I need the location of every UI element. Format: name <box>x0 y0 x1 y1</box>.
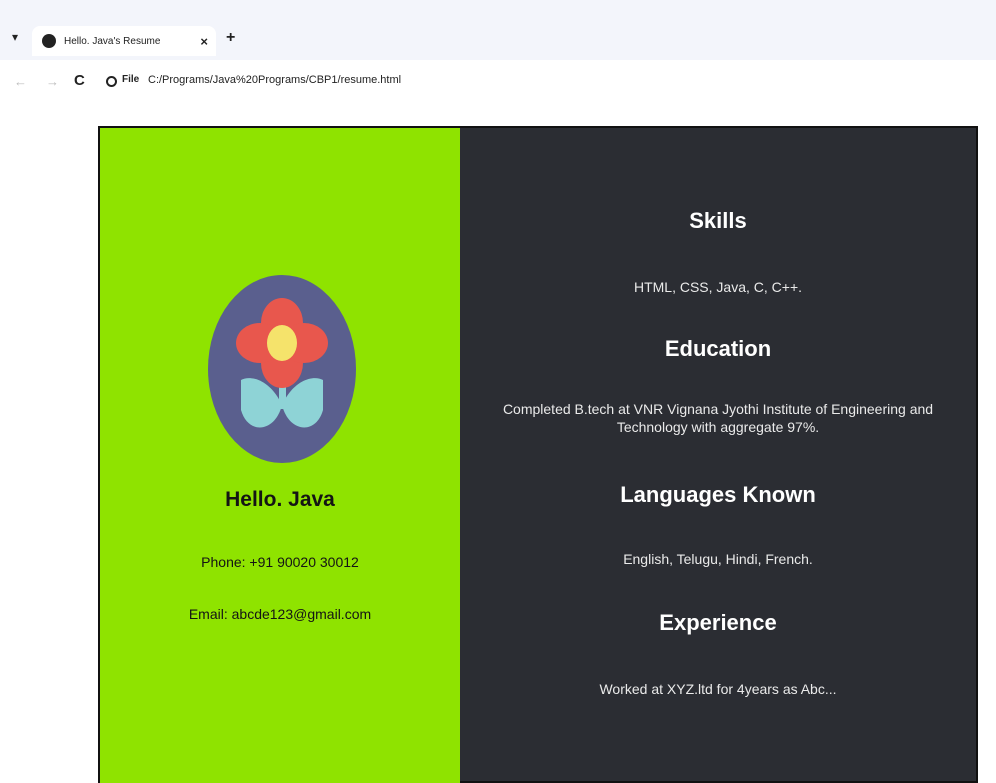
info-icon[interactable] <box>106 76 117 87</box>
education-heading: Education <box>664 336 772 361</box>
chevron-down-icon[interactable]: ▾ <box>12 30 18 44</box>
browser-toolbar: ← → C File C:/Programs/Java%20Programs/C… <box>0 60 996 104</box>
profile-phone: Phone: +91 90020 30012 <box>201 554 359 570</box>
profile-panel: Hello. Java Phone: +91 90020 30012 Email… <box>100 128 460 783</box>
tab-title: Hello. Java's Resume <box>64 35 161 47</box>
experience-heading: Experience <box>659 610 777 635</box>
reload-icon[interactable]: C <box>74 72 85 89</box>
browser-tab[interactable]: Hello. Java's Resume × <box>32 26 216 56</box>
back-arrow-icon[interactable]: ← <box>14 74 27 89</box>
details-panel: Skills HTML, CSS, Java, C, C++. Educatio… <box>460 128 976 783</box>
scheme-label: File <box>122 74 140 85</box>
skills-text: HTML, CSS, Java, C, C++. <box>633 279 803 295</box>
skills-heading: Skills <box>689 208 747 233</box>
education-text: Completed B.tech at VNR Vignana Jyothi I… <box>502 401 934 435</box>
browser-tab-strip: ▾ Hello. Java's Resume × + <box>0 0 996 60</box>
profile-email: Email: abcde123@gmail.com <box>188 606 372 622</box>
globe-icon <box>42 34 56 48</box>
languages-text: English, Telugu, Hindi, French. <box>623 551 813 567</box>
profile-name: Hello. Java <box>225 488 335 511</box>
new-tab-icon[interactable]: + <box>226 29 235 47</box>
address-bar[interactable]: C:/Programs/Java%20Programs/CBP1/resume.… <box>148 74 401 86</box>
forward-arrow-icon[interactable]: → <box>46 74 59 89</box>
experience-text: Worked at XYZ.ltd for 4years as Abc... <box>599 681 837 697</box>
flower-icon <box>236 298 328 428</box>
close-tab-icon[interactable]: × <box>200 34 208 49</box>
languages-heading: Languages Known <box>620 482 816 507</box>
resume-page: Hello. Java Phone: +91 90020 30012 Email… <box>98 126 978 783</box>
avatar <box>208 275 356 463</box>
